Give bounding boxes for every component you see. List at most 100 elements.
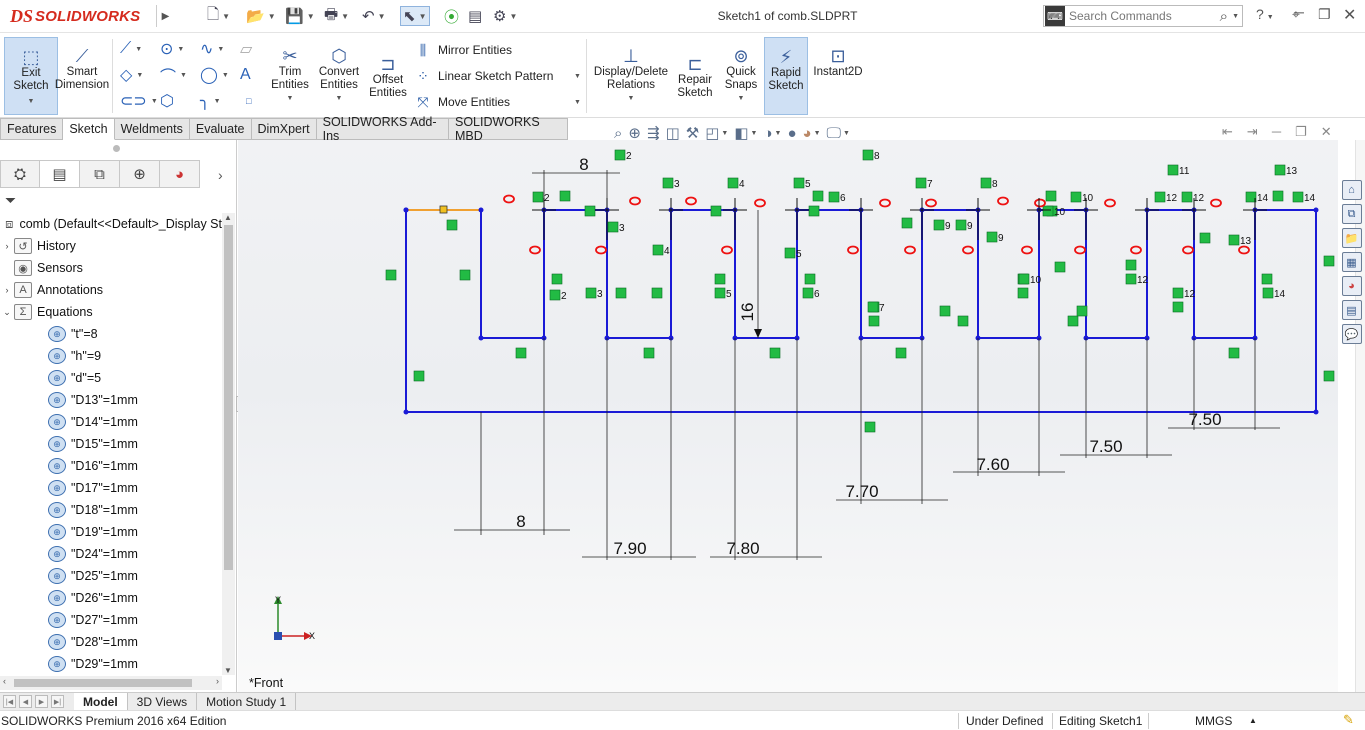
equation-item[interactable]: ⊕ "D17"=1mm bbox=[0, 477, 222, 499]
apply-scene-icon[interactable]: ◕ bbox=[803, 125, 812, 142]
first-tab-icon[interactable]: |◀ bbox=[3, 695, 16, 708]
view-settings-icon[interactable]: 🖵 bbox=[827, 125, 841, 142]
convert-entities-button[interactable]: ⬡ Convert Entities ▼ bbox=[314, 37, 364, 115]
scroll-right-icon[interactable]: › bbox=[216, 676, 219, 686]
doc-minimize-icon[interactable]: ─ bbox=[1272, 124, 1281, 140]
tree-item-annotations[interactable]: › A Annotations bbox=[0, 279, 222, 301]
unit-system[interactable]: MMGS bbox=[1195, 714, 1232, 728]
tab-motion-study-1[interactable]: Motion Study 1 bbox=[197, 692, 297, 711]
search-icon[interactable]: ⌕ bbox=[1220, 8, 1228, 25]
spline-tool-icon[interactable]: ∿ ▼ bbox=[200, 39, 240, 59]
scrollbar-thumb[interactable] bbox=[14, 679, 192, 687]
tab-weldments[interactable]: Weldments bbox=[114, 118, 190, 140]
equation-item[interactable]: ⊕ "D28"=1mm bbox=[0, 631, 222, 653]
equation-item[interactable]: ⊕ "D16"=1mm bbox=[0, 455, 222, 477]
last-tab-icon[interactable]: ▶| bbox=[51, 695, 64, 708]
appearances-icon[interactable]: ◕ bbox=[1341, 276, 1362, 296]
search-dropdown-icon[interactable]: ▼ bbox=[1232, 13, 1239, 20]
zoom-to-fit-icon[interactable]: ⌕ bbox=[614, 125, 622, 142]
tab-3d-views[interactable]: 3D Views bbox=[128, 692, 198, 711]
tree-item-equations[interactable]: ⌄ Σ Equations bbox=[0, 301, 222, 323]
tab-features[interactable]: Features bbox=[0, 118, 64, 140]
next-window-icon[interactable]: ⇥ bbox=[1247, 124, 1258, 140]
tree-vertical-scrollbar[interactable]: ▲ ▼ bbox=[222, 213, 235, 675]
equation-item[interactable]: ⊕ "D26"=1mm bbox=[0, 587, 222, 609]
view-palette-icon[interactable]: ▦ bbox=[1341, 252, 1362, 272]
help-button[interactable]: ? ▼ bbox=[1256, 6, 1274, 22]
tree-horizontal-scrollbar[interactable]: ‹ › bbox=[0, 676, 222, 690]
scroll-up-icon[interactable]: ▲ bbox=[224, 213, 232, 222]
pattern-dropdown-icon[interactable]: ▼ bbox=[574, 73, 581, 80]
instant2d-button[interactable]: ⊡ Instant2D bbox=[810, 37, 866, 115]
panel-grip-handle[interactable] bbox=[113, 145, 120, 152]
circle-tool-icon[interactable]: ⊙ ▼ bbox=[160, 39, 200, 59]
scrollbar-thumb[interactable] bbox=[224, 225, 233, 570]
equation-item[interactable]: ⊕ "h"=9 bbox=[0, 345, 222, 367]
filter-icon[interactable]: ⏷ bbox=[5, 192, 16, 209]
linear-sketch-pattern-button[interactable]: ⁘ Linear Sketch Pattern bbox=[414, 65, 553, 87]
offset-entities-button[interactable]: ⊐ Offset Entities bbox=[364, 45, 412, 123]
edit-appearance-icon[interactable]: ● bbox=[787, 125, 796, 142]
expand-icon[interactable]: › bbox=[0, 285, 14, 295]
dimxpert-manager-tab-icon[interactable]: ⊕ bbox=[120, 160, 160, 188]
configuration-manager-tab-icon[interactable]: ⧉ bbox=[80, 160, 120, 188]
tree-item-sensors[interactable]: ◉ Sensors bbox=[0, 257, 222, 279]
rebuild-notification-icon[interactable]: ✎ bbox=[1343, 712, 1354, 728]
search-commands-field[interactable]: ⌨ Search Commands ⌕ ▼ bbox=[1043, 5, 1243, 27]
slot-tool-icon[interactable]: ⊂⊃ ▼ bbox=[120, 91, 160, 111]
forum-icon[interactable]: 💬 bbox=[1341, 324, 1362, 344]
design-library-icon[interactable]: ⧉ bbox=[1341, 204, 1362, 224]
hide-show-items-icon[interactable]: ◑ bbox=[763, 125, 772, 142]
tree-item-history[interactable]: › ↺ History bbox=[0, 235, 222, 257]
tab-evaluate[interactable]: Evaluate bbox=[189, 118, 252, 140]
collapse-icon[interactable]: ⌄ bbox=[0, 307, 14, 318]
equation-item[interactable]: ⊕ "D29"=1mm bbox=[0, 653, 222, 675]
close-window-button[interactable]: ✕ bbox=[1343, 5, 1356, 25]
ellipse-tool-icon[interactable]: ◯ ▼ bbox=[200, 65, 240, 85]
move-dropdown-icon[interactable]: ▼ bbox=[574, 99, 581, 106]
feature-tree-tab-icon[interactable]: ⛭ bbox=[0, 160, 40, 188]
tab-solidworks-add-ins[interactable]: SOLIDWORKS Add-Ins bbox=[316, 115, 449, 143]
tab-dimxpert[interactable]: DimXpert bbox=[251, 118, 317, 140]
mirror-entities-button[interactable]: ⫼ Mirror Entities bbox=[414, 39, 512, 61]
next-tab-icon[interactable]: ▶ bbox=[35, 695, 48, 708]
line-tool-icon[interactable]: ⟋ ▼ bbox=[120, 39, 160, 59]
equation-item[interactable]: ⊕ "D14"=1mm bbox=[0, 411, 222, 433]
equation-item[interactable]: ⊕ "D18"=1mm bbox=[0, 499, 222, 521]
property-manager-tab-icon[interactable]: ▤ bbox=[40, 160, 80, 188]
equation-item[interactable]: ⊕ "D13"=1mm bbox=[0, 389, 222, 411]
scroll-left-icon[interactable]: ‹ bbox=[3, 676, 6, 686]
equation-item[interactable]: ⊕ "D19"=1mm bbox=[0, 521, 222, 543]
previous-tab-icon[interactable]: ◀ bbox=[19, 695, 32, 708]
repair-sketch-button[interactable]: ⊏ Repair Sketch bbox=[670, 45, 720, 123]
exit-sketch-button[interactable]: ⬚ Exit Sketch ▼ bbox=[4, 37, 58, 115]
smart-dimension-button[interactable]: ⟋ Smart Dimension bbox=[54, 37, 110, 115]
display-delete-relations-button[interactable]: ⊥ Display/Delete Relations ▼ bbox=[592, 37, 670, 115]
tab-solidworks-mbd[interactable]: SOLIDWORKS MBD bbox=[448, 115, 568, 143]
trim-entities-button[interactable]: ✂ Trim Entities ▼ bbox=[266, 37, 314, 115]
solidworks-resources-icon[interactable]: ⌂ bbox=[1341, 180, 1362, 200]
graphics-area[interactable]: 8 8 7.90 7.80 16 7.70 7.60 7.50 7.50 2 2 2 3 3 3 4 4 5 5 5 6… bbox=[238, 140, 1338, 695]
unit-dropdown-icon[interactable]: ▲ bbox=[1249, 716, 1257, 725]
scroll-down-icon[interactable]: ▼ bbox=[224, 666, 232, 675]
file-explorer-icon[interactable]: 📁 bbox=[1341, 228, 1362, 248]
expand-icon[interactable]: › bbox=[0, 241, 14, 251]
minimize-window-button[interactable]: ─ bbox=[1294, 4, 1304, 20]
rectangle-tool-icon[interactable]: ◇ ▼ bbox=[120, 65, 160, 85]
tab-sketch[interactable]: Sketch bbox=[63, 118, 115, 140]
doc-restore-icon[interactable]: ❐ bbox=[1295, 124, 1307, 140]
equation-item[interactable]: ⊕ "D25"=1mm bbox=[0, 565, 222, 587]
polygon-tool-icon[interactable]: ⬡ bbox=[160, 91, 200, 111]
display-manager-tab-icon[interactable]: ◕ bbox=[160, 160, 200, 188]
quick-snaps-button[interactable]: ⊚ Quick Snaps ▼ bbox=[720, 37, 762, 115]
move-entities-button[interactable]: ⤧ Move Entities bbox=[414, 91, 510, 113]
fillet-tool-icon[interactable]: ╮ ▼ bbox=[200, 91, 240, 111]
equation-item[interactable]: ⊕ "t"=8 bbox=[0, 323, 222, 345]
equation-item[interactable]: ⊕ "D24"=1mm bbox=[0, 543, 222, 565]
doc-close-icon[interactable]: ✕ bbox=[1321, 124, 1332, 140]
tree-root-part[interactable]: ⧈ comb (Default<<Default>_Display St bbox=[0, 213, 222, 235]
equation-item[interactable]: ⊕ "D15"=1mm bbox=[0, 433, 222, 455]
equation-item[interactable]: ⊕ "d"=5 bbox=[0, 367, 222, 389]
tab-model[interactable]: Model bbox=[74, 692, 128, 711]
restore-window-button[interactable]: ❐ bbox=[1318, 6, 1331, 23]
